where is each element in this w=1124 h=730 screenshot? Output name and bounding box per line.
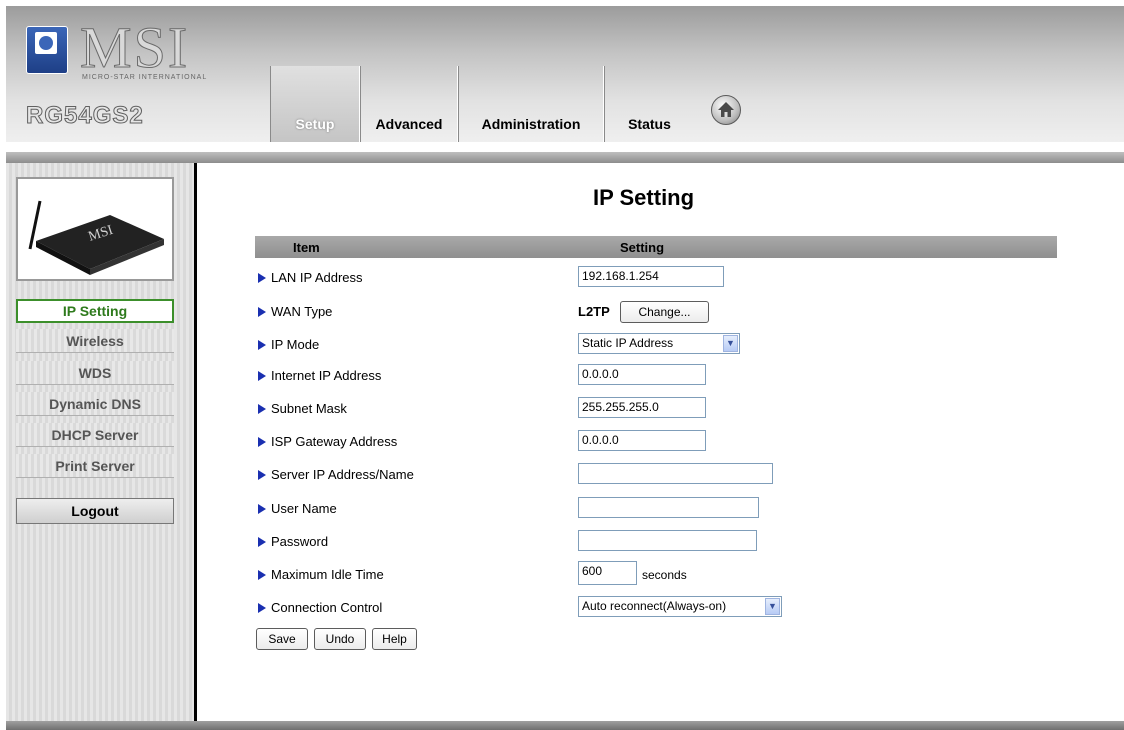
row-server-ip: Server IP Address/Name [258,463,1058,487]
undo-button[interactable]: Undo [314,628,366,650]
server-ip-label: Server IP Address/Name [258,467,414,482]
row-subnet-mask: Subnet Mask 255.255.255.0 [258,397,1058,421]
tab-administration-label: Administration [481,116,581,132]
row-wan-type: WAN Type L2TP Change... [258,300,1058,324]
max-idle-time-field[interactable]: 600 [578,561,637,585]
tab-status-label: Status [628,116,671,132]
row-lan-ip: LAN IP Address 192.168.1.254 [258,266,1058,290]
max-idle-time-label: Maximum Idle Time [258,567,384,582]
router-image: MSI [16,177,174,281]
ip-mode-label: IP Mode [258,337,319,352]
bullet-arrow-icon [258,307,266,317]
brand-subtitle: MICRO-STAR INTERNATIONAL [82,74,208,81]
sidebar-item-wireless[interactable]: Wireless [16,329,174,353]
sidebar-item-dhcp-server[interactable]: DHCP Server [16,423,174,447]
model-name: RG54GS2 [26,102,144,130]
server-ip-field[interactable] [578,463,773,484]
sidebar-item-ip-setting[interactable]: IP Setting [16,299,174,323]
row-password: Password [258,530,1058,554]
home-icon[interactable] [711,95,741,125]
ip-mode-select[interactable]: Static IP Address ▼ [578,333,740,354]
row-internet-ip: Internet IP Address 0.0.0.0 [258,364,1058,388]
row-user-name: User Name [258,497,1058,521]
wan-type-label: WAN Type [258,304,332,319]
row-isp-gateway: ISP Gateway Address 0.0.0.0 [258,430,1058,454]
settings-table-header: Item Setting [255,236,1057,258]
isp-gateway-label: ISP Gateway Address [258,434,397,449]
logout-button[interactable]: Logout [16,498,174,524]
connection-control-value: Auto reconnect(Always-on) [582,599,727,613]
footer-bar [6,721,1124,730]
column-header-setting: Setting [620,240,665,255]
lan-ip-label: LAN IP Address [258,270,363,285]
sidebar-divider [194,163,197,721]
chevron-down-icon[interactable]: ▼ [723,335,738,352]
internet-ip-label: Internet IP Address [258,368,381,383]
ip-mode-value: Static IP Address [582,336,674,350]
change-wan-type-button[interactable]: Change... [620,301,709,323]
subnet-mask-field[interactable]: 255.255.255.0 [578,397,706,418]
password-label: Password [258,534,328,549]
row-max-idle-time: Maximum Idle Time 600 seconds [258,561,1058,587]
chevron-down-icon[interactable]: ▼ [765,598,780,615]
tab-setup-label: Setup [295,116,335,132]
help-button[interactable]: Help [372,628,417,650]
user-name-label: User Name [258,501,337,516]
bullet-arrow-icon [258,437,266,447]
header-banner: MSI MICRO-STAR INTERNATIONAL RG54GS2 Set… [6,6,1124,142]
bullet-arrow-icon [258,603,266,613]
subnet-mask-label: Subnet Mask [258,401,347,416]
bullet-arrow-icon [258,470,266,480]
sidebar: MSI IP Setting Wireless WDS Dynamic DNS … [6,163,194,721]
bullet-arrow-icon [258,570,266,580]
row-connection-control: Connection Control Auto reconnect(Always… [258,596,1058,620]
brand-wordmark: MSI [79,15,190,80]
tab-status[interactable]: Status [604,66,694,142]
lan-ip-field[interactable]: 192.168.1.254 [578,266,724,287]
isp-gateway-field[interactable]: 0.0.0.0 [578,430,706,451]
bullet-arrow-icon [258,273,266,283]
save-button[interactable]: Save [256,628,308,650]
bullet-arrow-icon [258,504,266,514]
user-name-field[interactable] [578,497,759,518]
msi-emblem-icon [26,26,68,74]
internet-ip-field[interactable]: 0.0.0.0 [578,364,706,385]
seconds-unit-label: seconds [642,568,687,582]
column-header-item: Item [293,240,320,255]
sidebar-item-wds[interactable]: WDS [16,361,174,385]
bullet-arrow-icon [258,371,266,381]
bullet-arrow-icon [258,404,266,414]
sidebar-item-dynamic-dns[interactable]: Dynamic DNS [16,392,174,416]
page-title: IP Setting [593,185,695,210]
tab-setup[interactable]: Setup [270,66,360,142]
wan-type-value: L2TP [578,304,610,319]
header-bar [6,152,1124,163]
tab-advanced-label: Advanced [375,116,443,132]
bullet-arrow-icon [258,340,266,350]
sidebar-item-print-server[interactable]: Print Server [16,454,174,478]
bullet-arrow-icon [258,537,266,547]
header-divider [6,142,1124,152]
tab-administration[interactable]: Administration [458,66,604,142]
password-field[interactable] [578,530,757,551]
connection-control-select[interactable]: Auto reconnect(Always-on) ▼ [578,596,782,617]
tab-advanced[interactable]: Advanced [360,66,458,142]
connection-control-label: Connection Control [258,600,382,615]
row-ip-mode: IP Mode Static IP Address ▼ [258,333,1058,357]
